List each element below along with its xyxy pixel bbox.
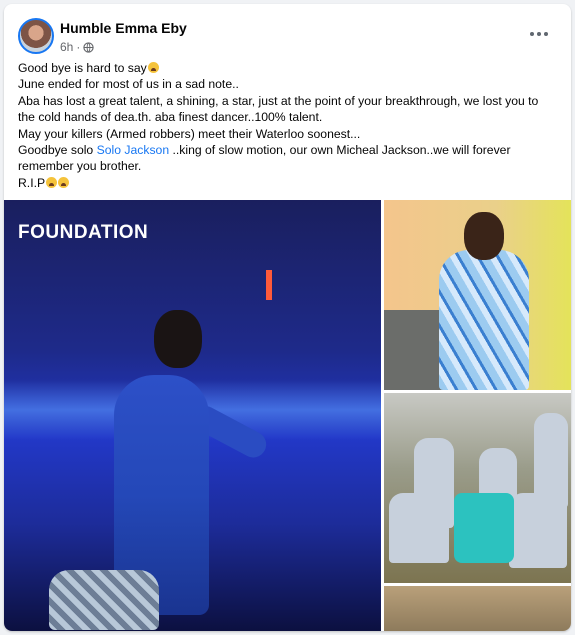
post-meta: 6h ·: [60, 40, 95, 54]
nurse-figure: [509, 493, 567, 568]
tagged-profile-link[interactable]: Solo Jackson: [97, 143, 170, 157]
stage-light: [266, 270, 272, 300]
more-horizontal-icon[interactable]: [525, 22, 553, 46]
photo-portrait[interactable]: [384, 200, 571, 390]
nurse-figure: [389, 493, 449, 563]
post-line-text: Goodbye solo: [18, 143, 97, 158]
banner-text: FOUNDATION: [18, 222, 149, 243]
post-line-text: Good bye is hard to say: [18, 61, 147, 75]
desk: [384, 310, 444, 390]
photo-nurses[interactable]: [384, 393, 571, 583]
post-line: Good bye is hard to say: [18, 60, 558, 76]
post-line-text: R.I.P: [18, 175, 46, 190]
post-card: Humble Emma Eby 6h · Good bye is hard to…: [4, 4, 571, 631]
photo-extra[interactable]: [384, 586, 571, 631]
photo-main[interactable]: FOUNDATION: [4, 200, 381, 631]
crying-face-icon: [147, 62, 159, 73]
bag: [49, 570, 159, 630]
post-time[interactable]: 6h: [60, 40, 73, 54]
post-line: Aba has lost a great talent, a shining, …: [18, 93, 539, 125]
post-line: R.I.P: [18, 175, 558, 191]
post-line: Goodbye solo Solo Jackson ..king of slow…: [18, 142, 558, 175]
post-text: Good bye is hard to say June ended for m…: [18, 60, 558, 191]
meta-separator: ·: [76, 40, 81, 54]
post-header: Humble Emma Eby 6h ·: [18, 18, 557, 58]
post-line: May your killers (Armed robbers) meet th…: [18, 126, 361, 141]
person-head: [464, 212, 504, 260]
post-line: June ended for most of us in a sad note.…: [18, 77, 239, 92]
author-avatar[interactable]: [18, 18, 54, 54]
dancer-head: [154, 310, 202, 368]
globe-icon[interactable]: [83, 41, 95, 53]
covered-body: [454, 493, 514, 563]
person-figure: [439, 250, 529, 390]
crying-face-icon: [46, 176, 58, 188]
author-name[interactable]: Humble Emma Eby: [60, 20, 187, 36]
crying-face-icon: [58, 176, 70, 188]
